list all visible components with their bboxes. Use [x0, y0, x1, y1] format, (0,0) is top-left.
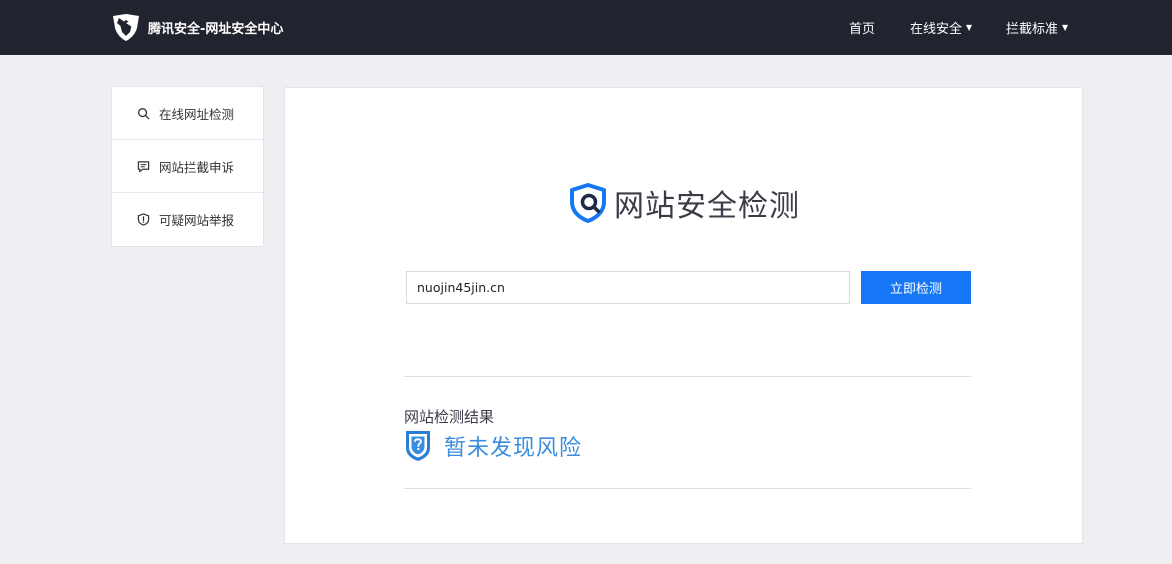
- result-status-text: 暂未发现风险: [444, 436, 583, 461]
- sidebar: 在线网址检测 网站拦截申诉 可疑网站举报: [111, 86, 264, 247]
- sidebar-item-url-check[interactable]: 在线网址检测: [112, 87, 263, 140]
- sidebar-item-block-appeal[interactable]: 网站拦截申诉: [112, 140, 263, 193]
- result-label: 网站检测结果: [404, 408, 495, 426]
- hero-heading: 网站安全检测: [568, 181, 800, 225]
- shield-search-icon: [570, 183, 606, 223]
- nav-online-security[interactable]: 在线安全 ▼: [910, 0, 972, 55]
- search-icon: [138, 107, 150, 119]
- main-panel: 网站安全检测 立即检测 网站检测结果 暂未发现风险: [284, 87, 1083, 544]
- tencent-security-logo-icon: [113, 14, 139, 41]
- top-nav-bar: 腾讯安全-网址安全中心 首页 在线安全 ▼ 拦截标准 ▼: [0, 0, 1172, 55]
- nav-home-label: 首页: [849, 22, 876, 37]
- caret-down-icon: ▼: [1062, 23, 1069, 32]
- unknown-shield-icon: [406, 431, 430, 461]
- divider: [404, 376, 971, 377]
- sidebar-item-label: 在线网址检测: [159, 106, 235, 122]
- comment-icon: [137, 160, 150, 172]
- page-title: 网站安全检测: [614, 189, 800, 224]
- nav-online-security-label: 在线安全: [910, 22, 963, 37]
- caret-down-icon: ▼: [966, 23, 973, 32]
- brand-title: 腾讯安全-网址安全中心: [148, 21, 284, 37]
- brand[interactable]: 腾讯安全-网址安全中心: [110, 11, 283, 43]
- alert-shield-icon: [137, 213, 150, 226]
- check-now-button[interactable]: 立即检测: [861, 271, 971, 304]
- sidebar-item-label: 网站拦截申诉: [159, 159, 235, 175]
- sidebar-item-report-site[interactable]: 可疑网站举报: [112, 193, 263, 246]
- nav-block-standard-label: 拦截标准: [1006, 22, 1059, 37]
- result-status: 暂未发现风险: [404, 429, 582, 463]
- url-input[interactable]: [406, 271, 850, 304]
- nav-block-standard[interactable]: 拦截标准 ▼: [1006, 0, 1068, 55]
- divider: [404, 488, 971, 489]
- sidebar-item-label: 可疑网站举报: [159, 213, 235, 228]
- nav-home[interactable]: 首页: [849, 0, 875, 55]
